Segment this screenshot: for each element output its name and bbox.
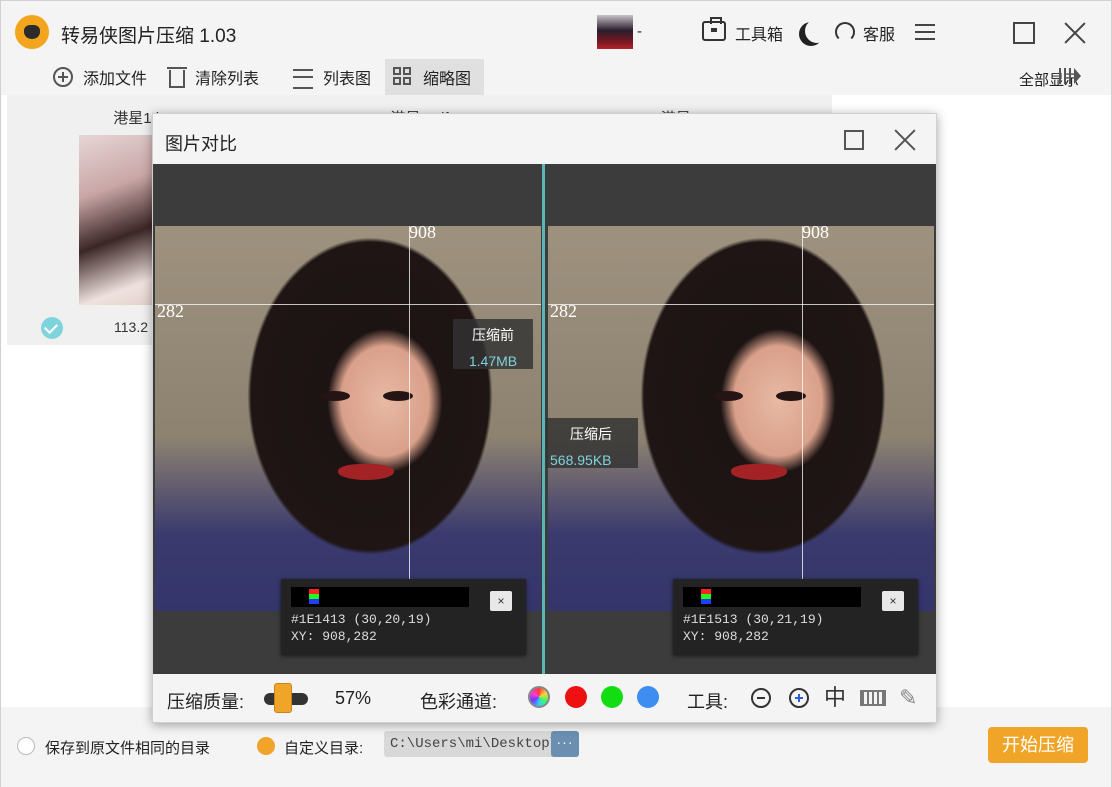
dialog-maximize-icon[interactable] <box>844 130 864 150</box>
pixel-xy: XY: 908,282 <box>291 629 377 644</box>
user-avatar[interactable] <box>597 15 633 49</box>
app-title: 转易侠图片压缩 1.03 <box>61 26 237 47</box>
app-logo-icon <box>15 15 49 49</box>
crosshair-horizontal <box>548 304 934 305</box>
green-channel-icon[interactable] <box>601 686 623 708</box>
add-file-button[interactable]: 添加文件 <box>45 59 155 95</box>
output-path-field[interactable]: C:\Users\mi\Desktop\转 <box>384 731 578 757</box>
crosshair-y-label: 282 <box>157 301 184 321</box>
quality-label: 压缩质量: <box>167 692 245 712</box>
before-size-tag: 压缩前 1.47MB <box>453 319 533 369</box>
crosshair-x-label: 908 <box>409 222 436 242</box>
zoom-out-icon[interactable] <box>751 688 771 708</box>
after-pixel-info: #1E1513 (30,21,19) XY: 908,282 × <box>673 579 918 655</box>
before-size: 1.47MB <box>468 353 518 369</box>
compare-dialog: 图片对比 908 282 压缩前 1.47MB #1E1413 (30,20,1… <box>152 113 937 723</box>
rgb-channel-icon[interactable] <box>528 686 550 708</box>
pen-icon[interactable]: ✎ <box>899 686 923 710</box>
crosshair-y-label: 282 <box>550 301 577 321</box>
after-pane[interactable]: 908 282 压缩后 568.95KB #1E1513 (30,21,19) … <box>546 164 936 674</box>
ruler-icon[interactable] <box>860 690 886 706</box>
menu-icon[interactable] <box>915 24 935 40</box>
lips-shape <box>731 464 787 480</box>
after-label: 压缩后 <box>570 426 612 442</box>
support-button[interactable]: 客服 <box>863 21 895 45</box>
compare-divider[interactable] <box>542 164 545 674</box>
custom-dir-label[interactable]: 自定义目录: <box>284 737 363 758</box>
main-toolbar: 添加文件 清除列表 列表图 缩略图 全部显示 <box>1 59 1111 95</box>
crosshair-vertical <box>802 226 803 581</box>
crosshair-x-label: 908 <box>802 222 829 242</box>
pixel-xy: XY: 908,282 <box>683 629 769 644</box>
maximize-icon[interactable] <box>1013 22 1035 44</box>
add-file-label: 添加文件 <box>83 71 148 88</box>
center-icon[interactable]: 中 <box>824 686 848 710</box>
toolbox-button[interactable]: 工具箱 <box>735 21 783 45</box>
collapse-bars-icon[interactable] <box>1059 68 1081 84</box>
crosshair-horizontal <box>155 304 541 305</box>
user-name[interactable]: - <box>637 23 642 40</box>
after-size-tag: 压缩后 568.95KB <box>546 418 638 468</box>
color-swatch-bar <box>291 587 469 607</box>
start-compress-button[interactable]: 开始压缩 <box>988 727 1088 763</box>
tools-label: 工具: <box>687 692 729 712</box>
add-circle-icon <box>53 67 73 87</box>
pixel-hex: #1E1413 (30,20,19) <box>291 612 432 627</box>
clear-list-button[interactable]: 清除列表 <box>161 59 267 95</box>
color-swatch-bar <box>683 587 861 607</box>
list-icon <box>293 67 313 89</box>
blue-channel-icon[interactable] <box>637 686 659 708</box>
pixel-info-close-button[interactable]: × <box>882 591 904 611</box>
browse-button[interactable]: ··· <box>551 731 579 757</box>
dialog-title: 图片对比 <box>165 134 237 154</box>
dialog-footer: 压缩质量: 57% 色彩通道: 工具: 中 ✎ <box>153 674 936 722</box>
grid-icon <box>393 67 413 87</box>
pixel-hex: #1E1513 (30,21,19) <box>683 612 824 627</box>
after-size: 568.95KB <box>550 452 612 468</box>
clear-list-label: 清除列表 <box>195 71 260 88</box>
thumb-view-label: 缩略图 <box>423 71 472 88</box>
before-label: 压缩前 <box>472 327 514 343</box>
list-view-button[interactable]: 列表图 <box>285 59 379 95</box>
custom-dir-radio[interactable] <box>257 737 275 755</box>
save-same-dir-radio[interactable] <box>17 737 35 755</box>
trash-icon <box>167 66 187 88</box>
lips-shape <box>338 464 394 480</box>
thumbnail-size: 113.2 <box>114 319 148 335</box>
thumb-view-button[interactable]: 缩略图 <box>385 59 484 95</box>
save-same-dir-label[interactable]: 保存到原文件相同的目录 <box>45 737 210 758</box>
list-view-label: 列表图 <box>323 71 372 88</box>
quality-value: 57% <box>335 688 372 708</box>
dark-mode-icon[interactable] <box>805 19 829 43</box>
zoom-in-icon[interactable] <box>789 688 809 708</box>
title-bar: 转易侠图片压缩 1.03 - 工具箱 客服 <box>1 1 1111 59</box>
headset-icon[interactable] <box>835 22 855 42</box>
close-icon[interactable] <box>1063 21 1087 45</box>
channel-label: 色彩通道: <box>420 692 498 712</box>
toolbox-icon[interactable] <box>702 17 726 41</box>
compare-viewer[interactable]: 908 282 压缩前 1.47MB #1E1413 (30,20,19) XY… <box>153 164 936 674</box>
before-pixel-info: #1E1413 (30,20,19) XY: 908,282 × <box>281 579 526 655</box>
dialog-close-icon[interactable] <box>893 128 917 152</box>
dialog-header: 图片对比 <box>153 114 936 164</box>
before-pane[interactable]: 908 282 压缩前 1.47MB #1E1413 (30,20,19) XY… <box>153 164 543 674</box>
eye-shape <box>320 391 350 401</box>
quality-slider-knob[interactable] <box>274 683 292 713</box>
eye-shape <box>713 391 743 401</box>
check-icon[interactable] <box>41 317 63 339</box>
pixel-info-close-button[interactable]: × <box>490 591 512 611</box>
crosshair-vertical <box>409 226 410 581</box>
red-channel-icon[interactable] <box>565 686 587 708</box>
before-image[interactable] <box>155 226 541 611</box>
